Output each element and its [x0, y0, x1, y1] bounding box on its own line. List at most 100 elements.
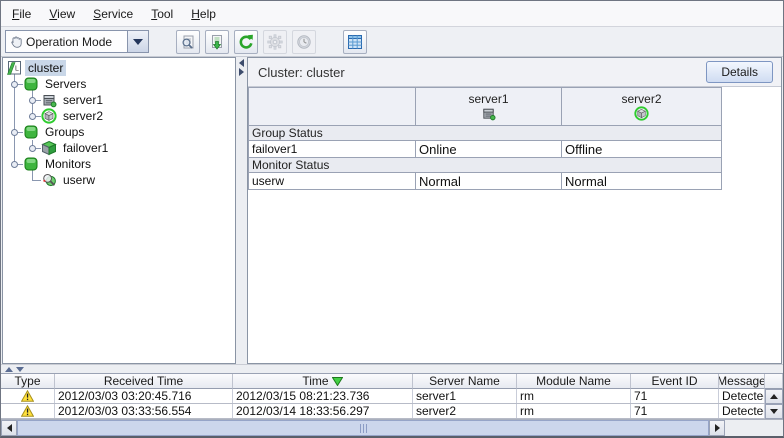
scroll-down-button[interactable] [765, 404, 783, 419]
column-header-received-time[interactable]: Received Time [55, 374, 233, 389]
tree-node-label: Monitors [42, 156, 94, 172]
alert-log-body: 2012/03/03 03:20:45.716 2012/03/15 08:21… [1, 389, 783, 419]
monitor-icon [41, 172, 57, 188]
cell-event-id: 71 [631, 389, 719, 403]
row-label-failover1[interactable]: failover1 [249, 141, 416, 158]
tree-node-label: Groups [42, 124, 87, 140]
details-button[interactable]: Details [706, 61, 773, 83]
cluster-status-panel: Cluster: cluster Details server1 [247, 57, 782, 364]
server-alt-icon [634, 106, 649, 121]
server-icon [481, 106, 496, 121]
svg-text:L: L [15, 66, 19, 73]
tree-node-cluster[interactable]: L cluster [3, 60, 235, 76]
hand-icon [6, 31, 26, 52]
tree-node-label: userw [60, 172, 98, 188]
cell-module-name: rm [517, 404, 631, 418]
failover-group-icon [41, 140, 57, 156]
arrow-right-icon [715, 424, 720, 432]
menu-view[interactable]: View [40, 3, 84, 25]
panel-body: server1 server2 Group Status [248, 87, 781, 363]
toolbar: Operation Mode [1, 27, 783, 57]
tree-node-server2[interactable]: server2 [3, 108, 235, 124]
alert-log-horizontal-scrollbar[interactable] [1, 419, 783, 436]
tree-node-monitors[interactable]: Monitors [3, 156, 235, 172]
chevron-right-icon [239, 68, 244, 76]
cell-received-time: 2012/03/03 03:20:45.716 [55, 389, 233, 403]
menu-file[interactable]: File [3, 3, 40, 25]
scroll-left-button[interactable] [1, 420, 17, 436]
panel-header: Cluster: cluster Details [248, 58, 781, 87]
panel-title: Cluster: cluster [248, 65, 345, 80]
cluster-manager-window: File View Service Tool Help Operation Mo… [0, 0, 784, 438]
alert-row-2[interactable]: 2012/03/03 03:33:56.554 2012/03/14 18:33… [1, 404, 765, 419]
arrow-down-icon [770, 409, 778, 414]
scroll-up-button[interactable] [765, 389, 783, 404]
horizontal-splitter[interactable] [1, 364, 783, 373]
cell-server-name: server1 [413, 389, 517, 403]
menu-tool[interactable]: Tool [142, 3, 182, 25]
status-cell-userw-server1: Normal [416, 173, 562, 190]
splitter-collapse-down-button[interactable] [15, 366, 25, 373]
section-header-monitor-status: Monitor Status [249, 158, 722, 173]
tree-node-server1[interactable]: server1 [3, 92, 235, 108]
sort-descending-icon [332, 377, 343, 386]
group-folder-icon [23, 156, 39, 172]
cell-module-name: rm [517, 389, 631, 403]
tree-node-groups[interactable]: Groups [3, 124, 235, 140]
mode-selector[interactable]: Operation Mode [5, 30, 149, 53]
time-info-button[interactable] [292, 30, 316, 54]
group-folder-icon [23, 124, 39, 140]
vertical-splitter[interactable] [236, 57, 247, 364]
reload-button[interactable] [234, 30, 258, 54]
column-header-event-id[interactable]: Event ID [631, 374, 719, 389]
horizontal-scrollbar-thumb[interactable] [17, 420, 709, 436]
column-header-message[interactable]: Message [719, 374, 765, 389]
scroll-right-button[interactable] [709, 420, 725, 436]
column-header-time[interactable]: Time [233, 374, 413, 389]
mode-selector-value: Operation Mode [26, 31, 127, 52]
menu-help[interactable]: Help [182, 3, 225, 25]
tree-node-userw[interactable]: userw [3, 172, 235, 188]
warning-icon [21, 405, 34, 417]
mode-selector-dropdown-button[interactable] [127, 31, 148, 52]
server-alt-icon [41, 108, 57, 124]
cell-event-id: 71 [631, 404, 719, 418]
column-header-server-name[interactable]: Server Name [413, 374, 517, 389]
column-header-module-name[interactable]: Module Name [517, 374, 631, 389]
tree-node-label: server2 [60, 108, 106, 124]
server-icon [41, 92, 57, 108]
arrow-up-icon [770, 394, 778, 399]
reload-icon [238, 34, 254, 50]
gear-icon [267, 34, 283, 50]
status-table-corner-cell [249, 88, 416, 126]
status-cell-failover1-server2: Offline [562, 141, 722, 158]
chevron-left-icon [239, 59, 244, 67]
cluster-icon: L [6, 60, 22, 76]
splitter-collapse-up-button[interactable] [4, 366, 14, 373]
alert-row-1[interactable]: 2012/03/03 03:20:45.716 2012/03/15 08:21… [1, 389, 765, 404]
tree-node-servers[interactable]: Servers [3, 76, 235, 92]
cell-time: 2012/03/15 08:21:23.736 [233, 389, 413, 403]
alert-log-header: Type Received Time Time Server Name Modu… [1, 373, 783, 389]
integrated-manager-button[interactable] [343, 30, 367, 54]
search-document-icon [180, 34, 196, 50]
collect-logs-button[interactable] [205, 30, 229, 54]
splitter-collapse-left-button[interactable] [238, 59, 245, 67]
splitter-collapse-right-button[interactable] [238, 68, 245, 76]
menu-service[interactable]: Service [84, 3, 142, 25]
options-button[interactable] [263, 30, 287, 54]
status-cell-failover1-server1: Online [416, 141, 562, 158]
column-header-type[interactable]: Type [1, 374, 55, 389]
grid-icon [347, 34, 363, 50]
tree-node-label: failover1 [60, 140, 111, 156]
cluster-status-table: server1 server2 Group Status [248, 87, 722, 190]
status-table-server1-header[interactable]: server1 [416, 88, 562, 126]
alert-log-vertical-scrollbar[interactable] [765, 389, 783, 419]
status-table-server2-header[interactable]: server2 [562, 88, 722, 126]
tree-node-failover1[interactable]: failover1 [3, 140, 235, 156]
search-button[interactable] [176, 30, 200, 54]
cell-message: Detected a.. [719, 389, 765, 403]
chevron-up-icon [5, 367, 13, 372]
group-folder-icon [23, 76, 39, 92]
row-label-userw[interactable]: userw [249, 173, 416, 190]
